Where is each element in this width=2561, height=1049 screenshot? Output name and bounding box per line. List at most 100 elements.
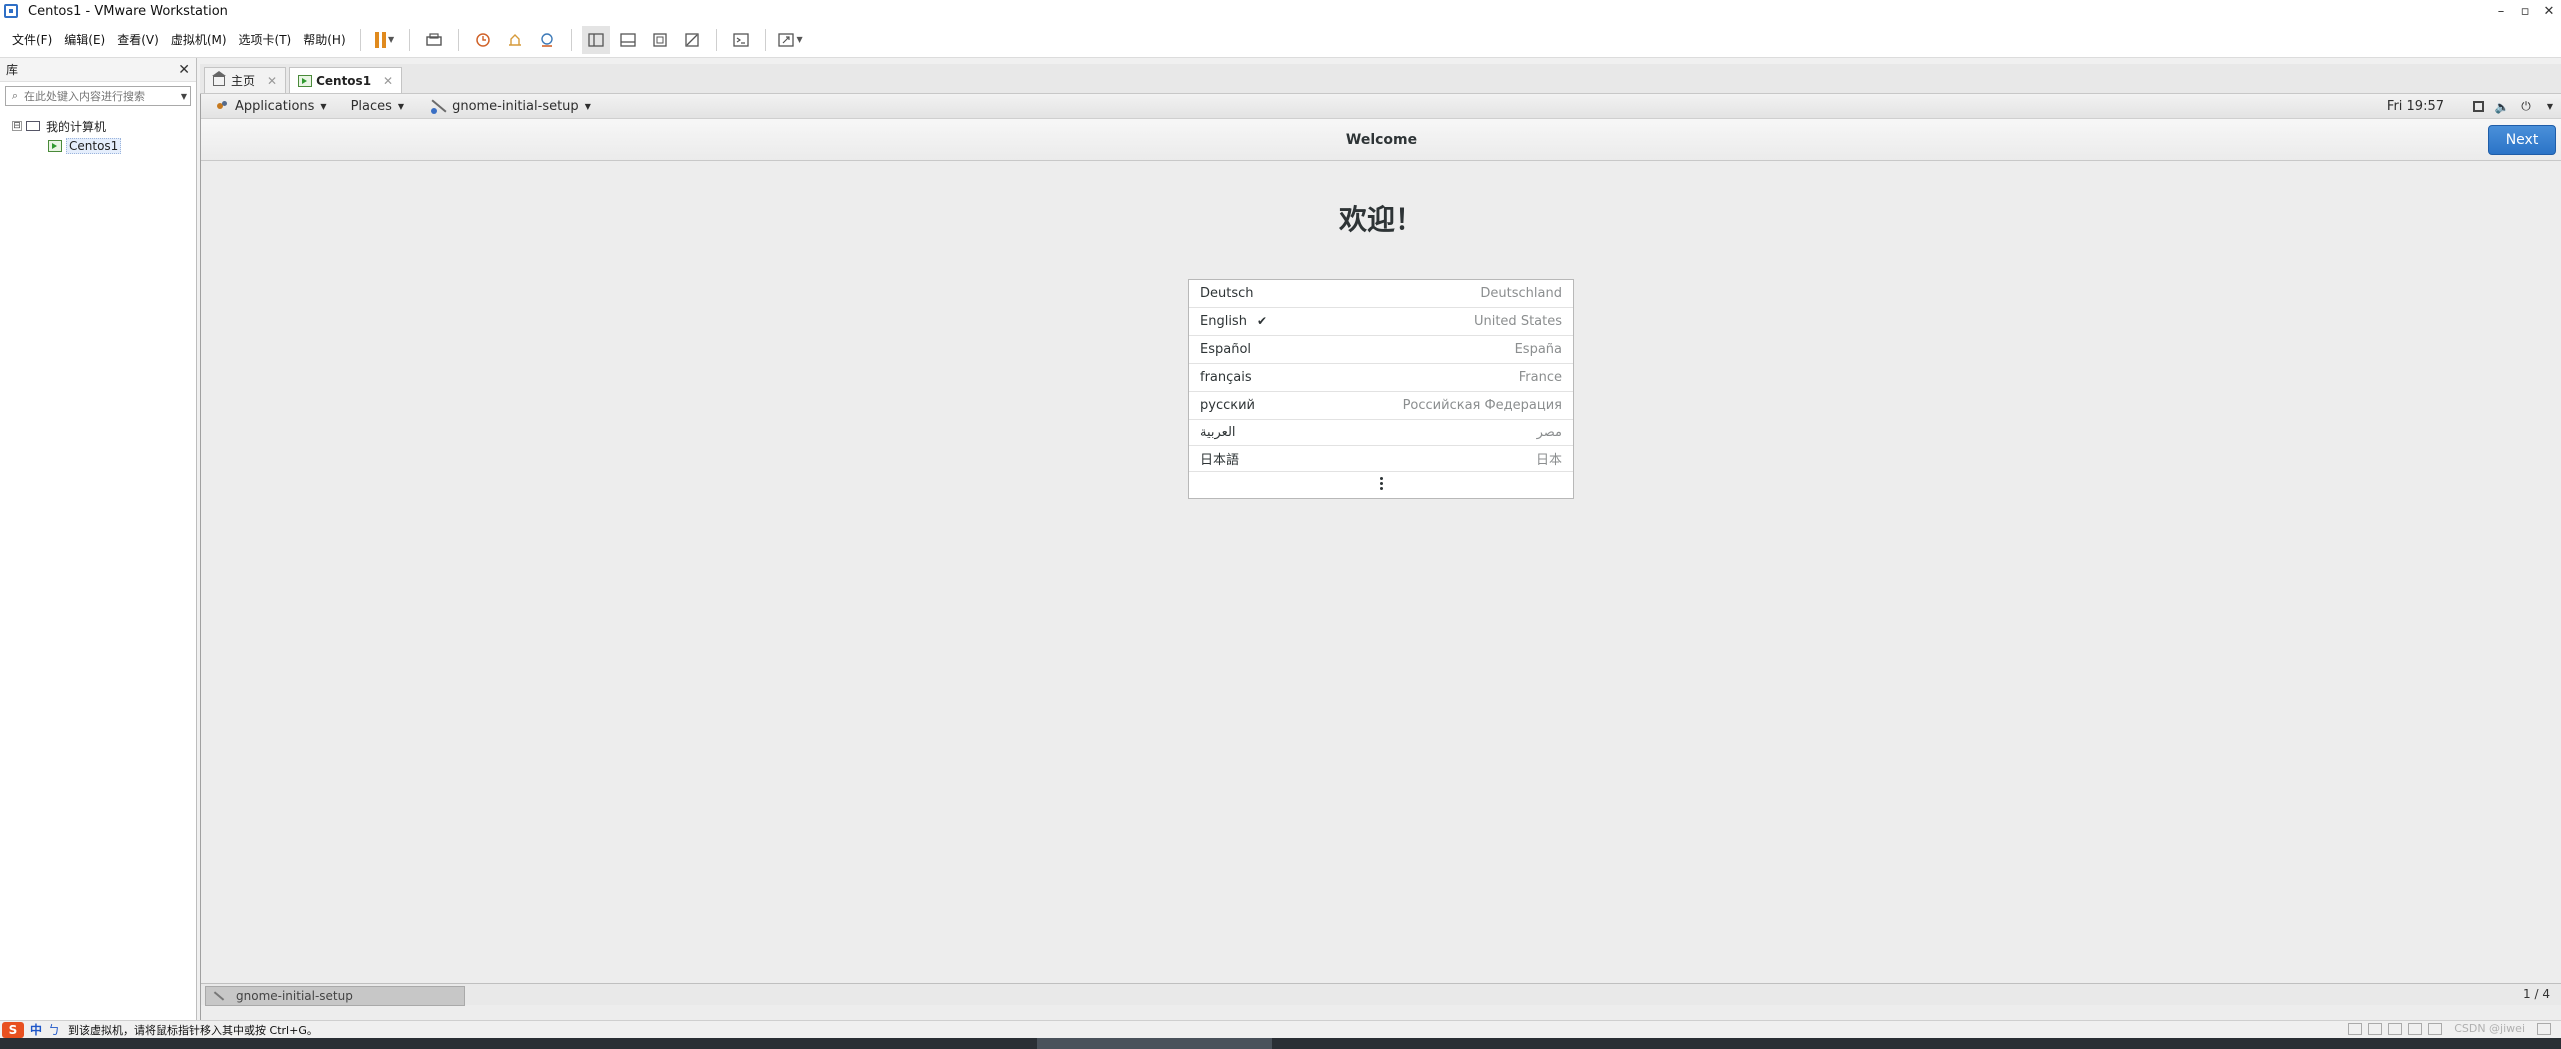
library-title: 库 — [6, 63, 19, 77]
stretch-dropdown-icon[interactable]: ▼ — [797, 35, 803, 44]
language-region: 日本 — [1535, 453, 1562, 468]
menu-edit[interactable]: 编辑(E) — [58, 28, 111, 52]
console-view-button[interactable] — [727, 26, 755, 54]
fullscreen-button[interactable] — [646, 26, 674, 54]
cd-drive-icon[interactable] — [2368, 1022, 2383, 1035]
search-icon: ⌕ — [11, 89, 19, 102]
close-library-button[interactable]: ✕ — [178, 62, 190, 78]
language-row-deutsch[interactable]: Deutsch Deutschland — [1189, 280, 1573, 308]
system-menu-chevron-icon[interactable]: ▼ — [2540, 97, 2560, 117]
tab-centos1[interactable]: Centos1 ✕ — [289, 67, 403, 93]
pause-icon — [375, 31, 387, 48]
library-tree: ⊟ 我的计算机 Centos1 — [0, 110, 196, 156]
ime-punctuation-mode[interactable]: ㄅ — [48, 1021, 60, 1038]
status-bar: S 中 ㄅ 到该虚拟机，请将鼠标指针移入其中或按 Ctrl+G。 CSDN @j… — [0, 1020, 2561, 1038]
host-taskbar-active-item[interactable] — [1037, 1038, 1272, 1049]
menu-file[interactable]: 文件(F) — [6, 28, 58, 52]
window-titlebar: Centos1 - VMware Workstation – ▫ ✕ — [0, 0, 2561, 22]
applications-menu[interactable]: Applications ▼ — [209, 99, 335, 114]
snapshot-clock-icon — [475, 32, 490, 47]
tab-home[interactable]: 主页 ✕ — [204, 67, 287, 93]
language-row-japanese[interactable]: 日本語 日本 — [1189, 446, 1573, 472]
printer-icon[interactable] — [2428, 1022, 2443, 1035]
minimize-button[interactable]: – — [2489, 0, 2513, 22]
send-ctrl-alt-del-button[interactable] — [420, 26, 448, 54]
toolbar-separator — [408, 28, 410, 51]
language-row-english[interactable]: English ✔ United States — [1189, 308, 1573, 336]
language-name: English ✔ — [1200, 314, 1267, 329]
guest-display[interactable]: Applications ▼ Places ▼ gnome-initial-se… — [200, 94, 2561, 1020]
language-name: Español — [1200, 342, 1252, 357]
library-pane: 库 ✕ ⌕ ▼ ⊟ 我的计算机 Centos1 — [0, 58, 197, 1020]
vmware-app-icon — [4, 4, 18, 18]
checkmark-icon: ✔ — [1256, 314, 1268, 328]
menu-vm[interactable]: 虚拟机(M) — [165, 28, 233, 52]
language-row-russian[interactable]: русский Российская Федерация — [1189, 392, 1573, 420]
revert-snapshot-button[interactable] — [501, 26, 529, 54]
hard-disk-icon[interactable] — [2348, 1022, 2363, 1035]
close-window-button[interactable]: ✕ — [2537, 0, 2561, 22]
snapshot-button[interactable] — [469, 26, 497, 54]
places-menu[interactable]: Places ▼ — [343, 99, 413, 114]
show-library-button[interactable] — [581, 25, 610, 54]
menu-tabs[interactable]: 选项卡(T) — [233, 28, 298, 52]
toolbar-separator — [457, 28, 459, 51]
keyboard-icon — [425, 32, 442, 46]
app-menu[interactable]: gnome-initial-setup ▼ — [420, 96, 599, 116]
display-icon[interactable] — [2537, 1022, 2551, 1035]
thumbnail-bar-button[interactable] — [614, 26, 642, 54]
unity-icon — [684, 32, 699, 47]
gnome-top-bar: Applications ▼ Places ▼ gnome-initial-se… — [201, 94, 2561, 119]
ime-toolbar[interactable]: S 中 ㄅ — [2, 1021, 60, 1038]
app-menu-label: gnome-initial-setup — [452, 98, 579, 114]
tree-item-my-computer[interactable]: ⊟ 我的计算机 — [0, 116, 196, 136]
host-taskbar-strip — [0, 1038, 2561, 1049]
applications-icon — [217, 101, 227, 111]
clock[interactable]: Fri 19:57 — [2387, 99, 2444, 114]
language-name: français — [1200, 370, 1252, 385]
revert-snapshot-icon — [508, 33, 521, 46]
welcome-heading: 欢迎！ — [1338, 203, 1423, 236]
terminal-icon — [732, 32, 749, 47]
language-row-arabic[interactable]: العربية مصر — [1189, 420, 1573, 446]
menu-view[interactable]: 查看(V) — [111, 28, 165, 52]
search-dropdown-icon[interactable]: ▼ — [178, 92, 190, 101]
pause-dropdown-icon[interactable]: ▼ — [388, 35, 394, 44]
unity-button[interactable] — [678, 26, 706, 54]
screen-icon[interactable] — [2468, 97, 2488, 117]
volume-icon[interactable]: 🔈 — [2492, 97, 2512, 117]
fullscreen-icon — [652, 32, 667, 47]
system-tray: Fri 19:57 🔈 ⏻ ▼ — [2387, 94, 2561, 119]
snapshot-manager-button[interactable] — [533, 26, 561, 54]
sogou-ime-logo-icon[interactable]: S — [2, 1021, 24, 1038]
language-list: Deutsch Deutschland English ✔ United Stat… — [1188, 279, 1574, 499]
language-row-espanol[interactable]: Español España — [1189, 336, 1573, 364]
library-search-input[interactable] — [24, 89, 178, 103]
vm-tab-strip: 主页 ✕ Centos1 ✕ — [200, 64, 2561, 94]
menu-help[interactable]: 帮助(H) — [297, 28, 351, 52]
network-adapter-icon[interactable] — [2388, 1022, 2403, 1035]
power-icon[interactable]: ⏻ — [2516, 97, 2536, 117]
close-tab-icon[interactable]: ✕ — [267, 74, 277, 88]
toolbar-separator — [359, 28, 361, 51]
stretch-guest-button[interactable]: ▼ — [776, 26, 804, 54]
collapse-toggle-icon[interactable]: ⊟ — [12, 121, 22, 131]
workspace-pager[interactable]: 1 / 4 — [2523, 987, 2550, 1001]
library-view-icon — [587, 32, 604, 47]
next-button[interactable]: Next — [2488, 125, 2556, 155]
more-languages-button[interactable] — [1189, 472, 1573, 495]
tab-label: 主页 — [231, 74, 256, 88]
language-name: 日本語 — [1200, 453, 1240, 468]
ime-chinese-mode[interactable]: 中 — [30, 1021, 42, 1038]
chevron-down-icon: ▼ — [320, 101, 327, 111]
language-row-francais[interactable]: français France — [1189, 364, 1573, 392]
taskbar-button-gnome-initial-setup[interactable]: gnome-initial-setup — [205, 986, 465, 1006]
usb-icon[interactable] — [2408, 1022, 2423, 1035]
tree-item-centos1[interactable]: Centos1 — [0, 136, 196, 156]
more-vertical-icon — [1379, 477, 1383, 490]
close-tab-icon[interactable]: ✕ — [383, 74, 393, 88]
vm-running-icon — [48, 140, 62, 152]
maximize-button[interactable]: ▫ — [2513, 0, 2537, 22]
pause-button[interactable]: ▼ — [371, 26, 399, 54]
setup-tool-icon — [212, 989, 226, 1003]
